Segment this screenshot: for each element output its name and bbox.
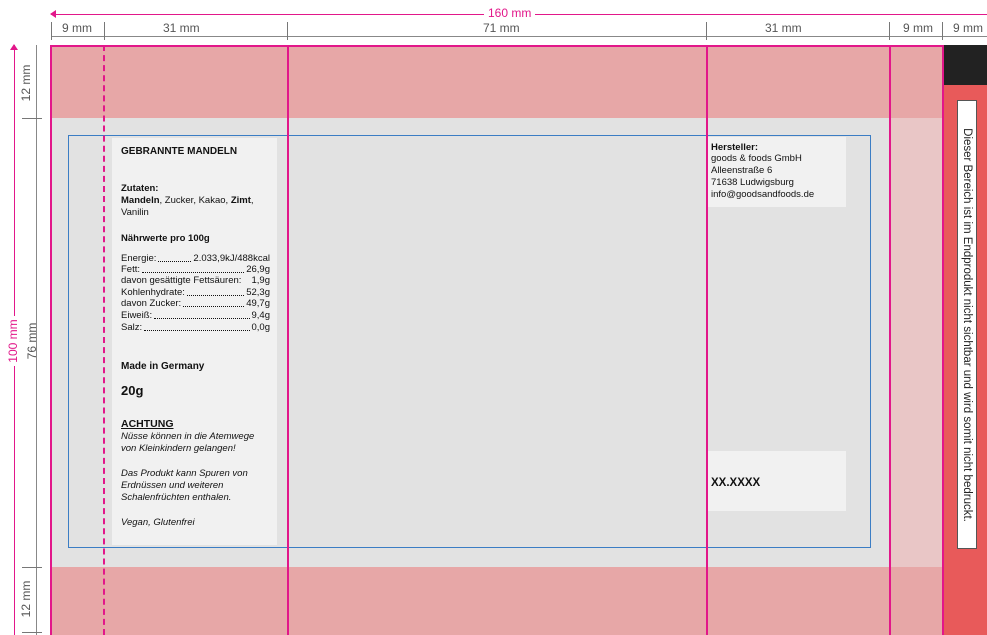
allergen-line: Schalenfrüchten enthalen. [121,492,232,503]
fold-guide-line [287,45,289,635]
top-edge-line [51,45,943,47]
ingredients-line-1: Mandeln, Zucker, Kakao, Zimt, [121,195,254,207]
nutrition-label: Eiweiß: [121,310,153,321]
nutrition-label: Energie: [121,253,157,264]
nutrition-value: 1,9g [251,275,271,286]
right-margin-bleed [889,45,943,635]
ingredient-list-text: , Zucker, Kakao, [159,195,231,206]
nutrition-row: Energie: 2.033,9kJ/488kcal [121,253,270,265]
ingredients-heading: Zutaten: [121,183,159,194]
fold-guide-line [706,45,708,635]
manufacturer-company: goods & foods GmbH [711,153,802,164]
nutrition-gap [241,275,251,287]
ingredient-cinnamon: Zimt [230,195,251,206]
height-tick [22,632,42,633]
manufacturer-city: 71638 Ludwigsburg [711,177,794,188]
seg-right-strip-label: 9 mm [953,21,983,35]
nutrition-label: davon gesättigte Fettsäuren: [121,275,242,286]
nutrition-value: 0,0g [251,322,271,333]
warning-line: von Kleinkindern gelangen! [121,443,236,454]
nutrition-value: 26,9g [246,264,270,275]
ingredient-list-comma: , [250,195,254,206]
net-weight: 20g [121,383,144,398]
side-note-box: Dieser Bereich ist im Endprodukt nicht s… [957,100,977,549]
nutrition-leader [142,264,245,273]
nutrition-value: 52,3g [246,287,270,298]
total-height-label: 100 mm [6,316,20,366]
segment-tick [104,22,105,40]
warning-heading: ACHTUNG [121,418,174,430]
segment-tick [287,22,288,40]
height-bottom-label: 12 mm [19,580,33,618]
side-note-text: Dieser Bereich ist im Endprodukt nicht s… [961,127,973,522]
nutrition-row: Eiweiß: 9,4g [121,310,270,322]
nutrition-row: Fett: 26,9g [121,264,270,276]
nutrition-value: 49,7g [246,298,270,309]
segment-tick [889,22,890,40]
height-top-label: 12 mm [19,64,33,102]
segment-dimension-line [51,36,987,37]
segment-tick [51,22,52,40]
lot-number: XX.XXXX [711,477,761,489]
warning-line: Nüsse können in die Atemwege [121,431,255,442]
diet-info: Vegan, Glutenfrei [121,517,195,528]
nutrition-leader [183,298,245,307]
nutrition-label: Salz: [121,322,143,333]
nutrition-value: 2.033,9kJ/488kcal [193,253,270,264]
ingredients-line-2: Vanilin [121,207,149,218]
manufacturer-heading: Hersteller: [711,142,758,153]
nutrition-label: Fett: [121,264,141,275]
nutrition-heading: Nährwerte pro 100g [121,233,210,244]
height-tick [22,567,42,568]
height-tick [22,118,42,119]
total-width-label: 160 mm [484,6,536,20]
allergen-line: Erdnüssen und weiteren [121,480,224,491]
fold-guide-line [942,45,944,635]
nutrition-label: Kohlenhydrate: [121,287,185,298]
nutrition-row: Kohlenhydrate: 52,3g [121,287,270,299]
nutrition-value: 9,4g [251,310,271,321]
manufacturer-email: info@goodsandfoods.de [711,189,815,200]
seg-left-panel-label: 31 mm [163,21,200,35]
ingredient-almonds: Mandeln [121,195,160,206]
nutrition-leader [144,322,250,331]
non-print-strip-top [943,45,987,85]
total-width-arrow-left [50,10,56,18]
cut-guide-dashed [103,45,105,635]
fold-guide-line [889,45,891,635]
segment-tick [706,22,707,40]
seg-center-label: 71 mm [483,21,520,35]
nutrition-row: davon Zucker: 49,7g [121,298,270,310]
nutrition-leader [186,287,245,296]
segment-tick [942,22,943,40]
height-middle-label: 76 mm [25,322,39,360]
seg-right-panel-label: 31 mm [765,21,802,35]
nutrition-leader [158,253,192,262]
nutrition-label: davon Zucker: [121,298,182,309]
nutrition-leader [154,310,250,319]
manufacturer-street: Alleenstraße 6 [711,165,773,176]
seg-left-margin-label: 9 mm [62,21,92,35]
seg-right-margin-label: 9 mm [903,21,933,35]
allergen-line: Das Produkt kann Spuren von [121,468,248,479]
origin-text: Made in Germany [121,361,205,372]
nutrition-row: davon gesättigte Fettsäuren: 1,9g [121,275,270,287]
total-height-arrow-top [10,44,18,50]
product-title: GEBRANNTE MANDELN [121,146,238,157]
fold-guide-line [50,45,52,635]
nutrition-row: Salz: 0,0g [121,322,270,334]
bleed-area-bottom [51,567,943,635]
bleed-area-top [51,45,943,118]
